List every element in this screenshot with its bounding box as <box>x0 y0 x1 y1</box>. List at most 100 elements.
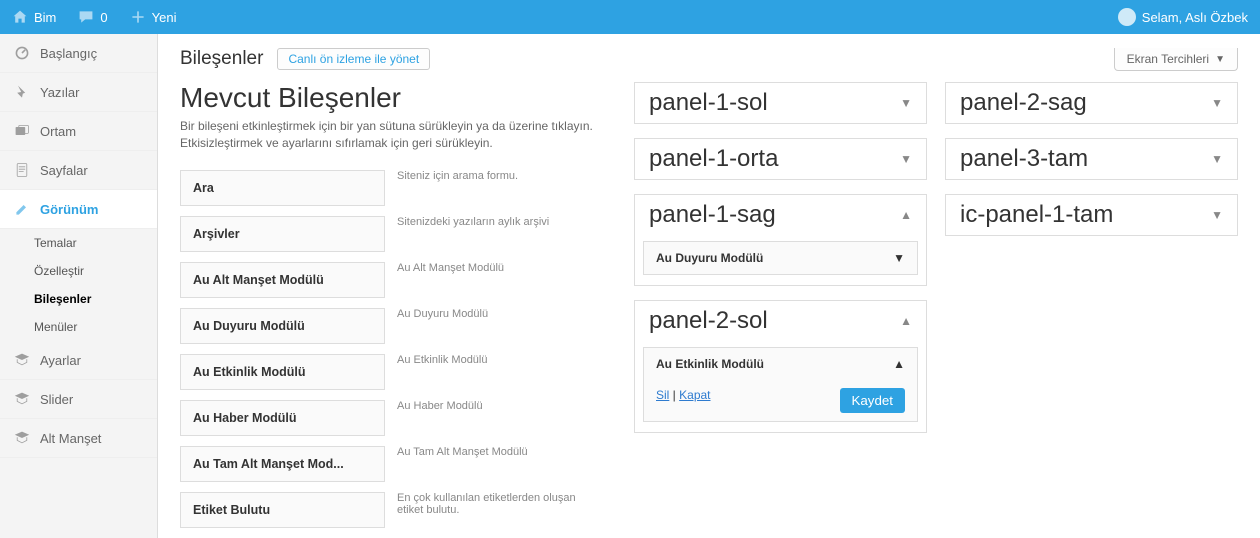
placed-widget-toggle[interactable]: Au Etkinlik Modülü ▲ <box>644 348 917 380</box>
chevron-down-icon: ▼ <box>900 152 912 166</box>
sidebar-item-sayfalar[interactable]: Sayfalar <box>0 151 157 190</box>
sidebar-area-name: panel-1-sag <box>649 201 776 229</box>
sidebar-area-body[interactable]: Au Etkinlik Modülü▲Sil | KapatKaydet <box>635 341 926 432</box>
sidebar-area-toggle[interactable]: ic-panel-1-tam ▼ <box>946 195 1237 235</box>
available-widget[interactable]: Au Etkinlik Modülü <box>180 354 385 390</box>
sidebar-item-başlangıç[interactable]: Başlangıç <box>0 34 157 73</box>
media-icon <box>14 123 30 139</box>
placed-widget-body: Sil | KapatKaydet <box>644 380 917 421</box>
available-widget-desc: Sitenizdeki yazıların aylık arşivi <box>395 216 600 252</box>
sidebar-area-toggle[interactable]: panel-1-orta ▼ <box>635 139 926 179</box>
admin-sidebar: Başlangıç Yazılar Ortam Sayfalar Görünüm Tema… <box>0 34 158 538</box>
sidebar-item-label: Yazılar <box>40 85 80 100</box>
sidebar-area-toggle[interactable]: panel-1-sol ▼ <box>635 83 926 123</box>
sidebar-sub-özelleştir[interactable]: Özelleştir <box>0 257 157 285</box>
chevron-down-icon: ▼ <box>900 96 912 110</box>
available-widget-desc: Au Haber Modülü <box>395 400 600 436</box>
available-widget[interactable]: Etiket Bulutu <box>180 492 385 528</box>
available-widget-desc: Au Alt Manşet Modülü <box>395 262 600 298</box>
brush-icon <box>14 201 30 217</box>
pin-icon <box>14 84 30 100</box>
chevron-down-icon: ▼ <box>893 251 905 265</box>
home-icon <box>12 9 28 25</box>
sidebar-item-label: Sayfalar <box>40 163 88 178</box>
sidebar-area-toggle[interactable]: panel-3-tam▼ <box>946 139 1237 179</box>
chevron-up-icon: ▲ <box>900 208 912 222</box>
available-widget-desc: Au Duyuru Modülü <box>395 308 600 344</box>
sidebar-areas: panel-1-sol▼panel-1-orta▼panel-1-sag▲Au … <box>634 82 1238 528</box>
sidebar-area-panel-1-sag: panel-1-sag ▲ Au Duyuru Modülü▼ <box>634 194 927 286</box>
sidebar-item-label: Ortam <box>40 124 76 139</box>
comments-link[interactable]: 0 <box>78 9 107 25</box>
account-link[interactable]: Selam, Aslı Özbek <box>1118 8 1248 26</box>
sidebar-area-ic-panel-1-tam: ic-panel-1-tam ▼ <box>945 194 1238 236</box>
site-home-link[interactable]: Bim <box>12 9 56 25</box>
page-icon <box>14 162 30 178</box>
available-widget[interactable]: Au Tam Alt Manşet Mod... <box>180 446 385 482</box>
sidebar-item-ayarlar[interactable]: Ayarlar <box>0 341 157 380</box>
grad-icon <box>14 352 30 368</box>
chevron-down-icon: ▼ <box>1211 96 1223 110</box>
page-title-row: Bileşenler Canlı ön izleme ile yönet <box>180 48 1114 70</box>
sidebar-area-panel-3-tam: panel-3-tam▼ <box>945 138 1238 180</box>
widget-save-button[interactable]: Kaydet <box>840 388 906 413</box>
sidebar-item-yazılar[interactable]: Yazılar <box>0 73 157 112</box>
sidebar-area-body[interactable]: Au Duyuru Modülü▼ <box>635 235 926 285</box>
sidebar-sub-menüler[interactable]: Menüler <box>0 313 157 341</box>
page-title: Bileşenler <box>180 48 263 70</box>
chevron-up-icon: ▲ <box>893 357 905 371</box>
sidebar-area-name: panel-3-tam <box>960 145 1088 173</box>
sidebar-item-ortam[interactable]: Ortam <box>0 112 157 151</box>
placed-widget: Au Duyuru Modülü▼ <box>643 241 918 275</box>
sidebar-area-name: ic-panel-1-tam <box>960 201 1113 229</box>
sidebar-item-label: Slider <box>40 392 73 407</box>
available-desc: Bir bileşeni etkinleştirmek için bir yan… <box>180 118 610 152</box>
available-widget[interactable]: Au Alt Manşet Modülü <box>180 262 385 298</box>
sidebar-area-name: panel-1-orta <box>649 145 778 173</box>
available-widget-desc: Au Tam Alt Manşet Modülü <box>395 446 600 482</box>
chevron-down-icon: ▼ <box>1211 208 1223 222</box>
available-title: Mevcut Bileşenler <box>180 82 610 114</box>
sidebar-item-label: Alt Manşet <box>40 431 101 446</box>
placed-widget: Au Etkinlik Modülü▲Sil | KapatKaydet <box>643 347 918 422</box>
sidebar-area-name: panel-2-sag <box>960 89 1087 117</box>
sidebar-area-panel-1-sol: panel-1-sol ▼ <box>634 82 927 124</box>
placed-widget-toggle[interactable]: Au Duyuru Modülü▼ <box>644 242 917 274</box>
sidebar-area-toggle[interactable]: panel-1-sag ▲ <box>635 195 926 235</box>
live-preview-button[interactable]: Canlı ön izleme ile yönet <box>277 48 430 70</box>
avatar-icon <box>1118 8 1136 26</box>
available-widget[interactable]: Arşivler <box>180 216 385 252</box>
comments-count: 0 <box>100 10 107 25</box>
comment-icon <box>78 9 94 25</box>
new-content-link[interactable]: Yeni <box>130 9 177 25</box>
sidebar-sub-temalar[interactable]: Temalar <box>0 229 157 257</box>
main-content: Ekran Tercihleri ▼ Bileşenler Canlı ön i… <box>158 34 1260 538</box>
available-widget[interactable]: Ara <box>180 170 385 206</box>
new-label: Yeni <box>152 10 177 25</box>
sidebar-item-görünüm[interactable]: Görünüm <box>0 190 157 229</box>
widget-delete-link[interactable]: Sil <box>656 388 669 402</box>
sidebar-area-panel-2-sol: panel-2-sol▲Au Etkinlik Modülü▲Sil | Kap… <box>634 300 927 433</box>
available-widget[interactable]: Au Duyuru Modülü <box>180 308 385 344</box>
sidebar-area-toggle[interactable]: panel-2-sag ▼ <box>946 83 1237 123</box>
sidebar-sub-bileşenler[interactable]: Bileşenler <box>0 285 157 313</box>
sidebar-item-alt manşet[interactable]: Alt Manşet <box>0 419 157 458</box>
sidebar-area-name: panel-1-sol <box>649 89 768 117</box>
chevron-down-icon: ▼ <box>1215 54 1225 65</box>
available-widget[interactable]: Au Haber Modülü <box>180 400 385 436</box>
sidebar-item-label: Görünüm <box>40 202 99 217</box>
widget-close-link[interactable]: Kapat <box>679 388 710 402</box>
greeting: Selam, Aslı Özbek <box>1142 10 1248 25</box>
grad-icon <box>14 430 30 446</box>
placed-widget-title: Au Etkinlik Modülü <box>656 357 764 371</box>
sidebar-item-slider[interactable]: Slider <box>0 380 157 419</box>
screen-options-toggle[interactable]: Ekran Tercihleri ▼ <box>1114 48 1238 71</box>
sidebar-area-toggle[interactable]: panel-2-sol▲ <box>635 301 926 341</box>
admin-topbar: Bim 0 Yeni Selam, Aslı Özbek <box>0 0 1260 34</box>
available-widgets-column: Mevcut Bileşenler Bir bileşeni etkinleşt… <box>180 82 610 528</box>
available-widget-desc: Au Etkinlik Modülü <box>395 354 600 390</box>
sidebar-area-panel-1-orta: panel-1-orta ▼ <box>634 138 927 180</box>
sidebar-item-label: Ayarlar <box>40 353 81 368</box>
sidebar-area-name: panel-2-sol <box>649 307 768 335</box>
grad-icon <box>14 391 30 407</box>
